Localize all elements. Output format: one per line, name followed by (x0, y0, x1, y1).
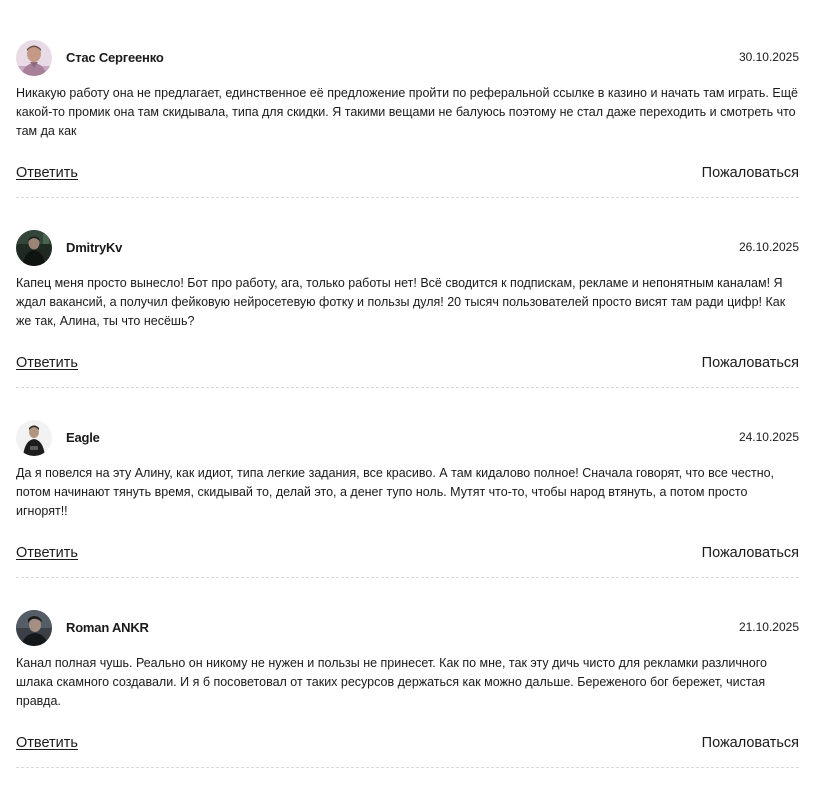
comment-divider (16, 197, 799, 198)
comment-header: DmitryKv 26.10.2025 (16, 228, 799, 266)
reply-link[interactable]: Ответить (16, 735, 78, 751)
report-link[interactable]: Пожаловаться (702, 165, 799, 181)
comment-divider (16, 387, 799, 388)
report-link[interactable]: Пожаловаться (702, 735, 799, 751)
comment-header: Eagle 24.10.2025 (16, 418, 799, 456)
author-name: Стас Сергеенко (66, 50, 164, 65)
avatar (16, 230, 52, 266)
comment-text: Капец меня просто вынесло! Бот про работ… (16, 276, 786, 328)
comment-divider (16, 767, 799, 768)
author-name: Roman ANKR (66, 620, 149, 635)
reply-link[interactable]: Ответить (16, 545, 78, 561)
avatar (16, 40, 52, 76)
avatar-photo-icon (16, 420, 52, 456)
comment-item: Eagle 24.10.2025 Да я повелся на эту Али… (16, 418, 799, 608)
comment-text: Канал полная чушь. Реально он никому не … (16, 656, 767, 708)
comment-header: Roman ANKR 21.10.2025 (16, 608, 799, 646)
avatar-photo-icon (16, 230, 52, 266)
comment-item: Roman ANKR 21.10.2025 Канал полная чушь.… (16, 608, 799, 798)
comments-list: Стас Сергеенко 30.10.2025 Никакую работу… (0, 0, 822, 791)
comment-text: Никакую работу она не предлагает, единст… (16, 86, 798, 138)
avatar-photo-icon (16, 40, 52, 76)
comment-date: 26.10.2025 (738, 240, 799, 254)
comment-date: 21.10.2025 (738, 620, 799, 634)
comment-date: 24.10.2025 (738, 430, 799, 444)
comment-header: Стас Сергеенко 30.10.2025 (16, 38, 799, 76)
report-link[interactable]: Пожаловаться (702, 355, 799, 371)
author-name: DmitryKv (66, 240, 123, 255)
report-link[interactable]: Пожаловаться (702, 545, 799, 561)
author-name: Eagle (66, 430, 100, 445)
avatar (16, 610, 52, 646)
comment-date: 30.10.2025 (738, 50, 799, 64)
avatar (16, 420, 52, 456)
comment-item: DmitryKv 26.10.2025 Капец меня просто вы… (16, 228, 799, 418)
comment-divider (16, 577, 799, 578)
comment-text: Да я повелся на эту Алину, как идиот, ти… (16, 466, 775, 518)
avatar-photo-icon (16, 610, 52, 646)
reply-link[interactable]: Ответить (16, 355, 78, 371)
comment-item: Стас Сергеенко 30.10.2025 Никакую работу… (16, 38, 799, 228)
reply-link[interactable]: Ответить (16, 165, 78, 181)
